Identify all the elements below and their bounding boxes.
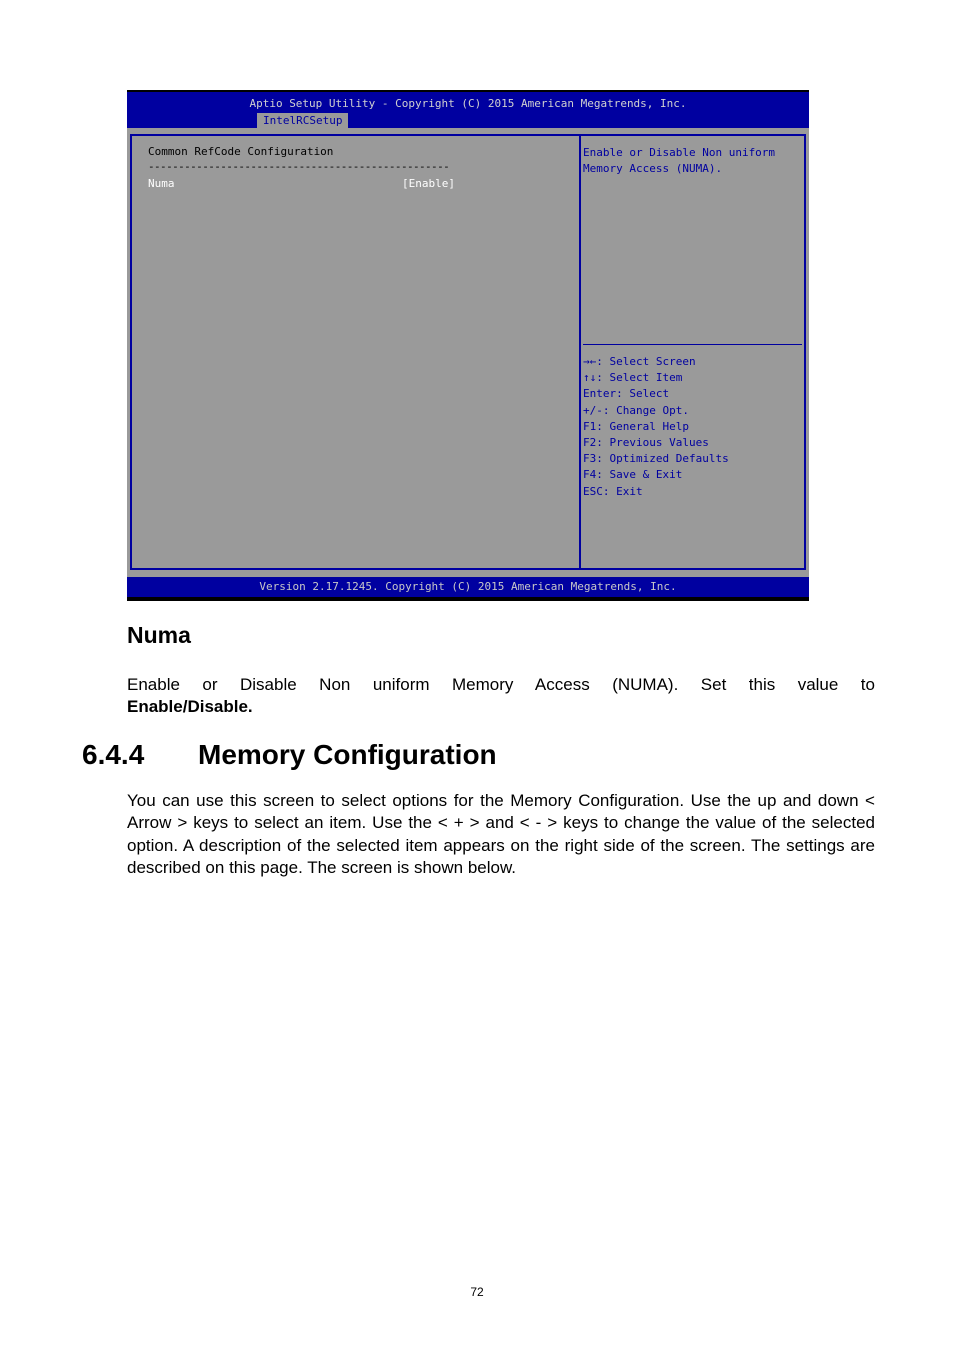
key-help-change-opt: +/-: Change Opt. <box>583 403 689 417</box>
section-intro: You can use this screen to select option… <box>127 791 875 877</box>
numa-heading: Numa <box>127 622 191 648</box>
numa-description: Enable or Disable Non uniform Memory Acc… <box>127 675 875 694</box>
key-help-list: →←: Select Screen ↑↓: Select Item Enter:… <box>583 354 803 500</box>
bios-item-label: Numa <box>148 177 175 190</box>
bios-section-heading: Common RefCode Configuration <box>148 145 334 158</box>
bios-title: Aptio Setup Utility - Copyright (C) 2015… <box>249 97 687 110</box>
key-help-select-item: ↑↓: Select Item <box>583 371 683 385</box>
bios-item-value[interactable]: [Enable] <box>402 177 455 190</box>
bios-help-panel: Enable or Disable Non uniform Memory Acc… <box>579 134 806 570</box>
page-number: 72 <box>470 1285 484 1299</box>
section-heading: 6.4.4 Memory Configuration <box>82 739 497 771</box>
key-help-f1: F1: General Help <box>583 419 689 433</box>
bios-settings-panel: Common RefCode Configuration -----------… <box>130 134 579 570</box>
key-help-select-screen: →←: Select Screen <box>583 355 696 368</box>
key-help-f4: F4: Save & Exit <box>583 468 683 482</box>
key-help-f3: F3: Optimized Defaults <box>583 452 729 466</box>
tab-intelrcsetup[interactable]: IntelRCSetup <box>257 113 349 128</box>
numa-description-bold: Enable/Disable. <box>127 697 253 716</box>
arrows-left-right-icon: →← <box>583 355 597 368</box>
help-text: Enable or Disable Non uniform Memory Acc… <box>583 146 776 175</box>
arrows-up-down-icon: ↑↓ <box>583 371 597 385</box>
bios-header: Aptio Setup Utility - Copyright (C) 2015… <box>127 92 809 128</box>
key-help-esc: ESC: Exit <box>583 484 643 498</box>
key-help-enter: Enter: Select <box>583 387 670 401</box>
section-title: Memory Configuration <box>198 739 497 770</box>
bios-footer: Version 2.17.1245. Copyright (C) 2015 Am… <box>127 577 809 597</box>
section-number: 6.4.4 <box>82 739 145 770</box>
help-divider <box>583 344 802 345</box>
bios-screenshot: Aptio Setup Utility - Copyright (C) 2015… <box>127 90 809 601</box>
bios-separator: ----------------------------------------… <box>148 160 450 173</box>
bios-item-numa[interactable]: Numa [Enable] <box>148 177 568 191</box>
bios-body: Common RefCode Configuration -----------… <box>127 128 809 577</box>
key-help-f2: F2: Previous Values <box>583 435 709 449</box>
